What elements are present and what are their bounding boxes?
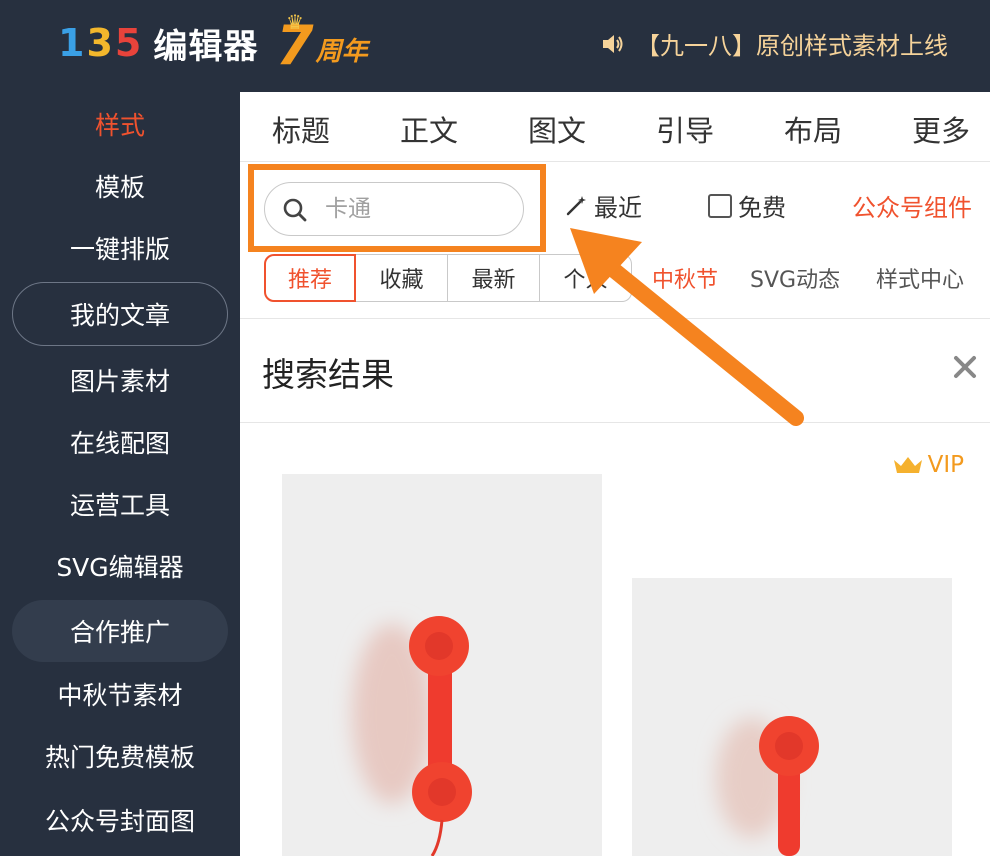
sidebar-item-online-images[interactable]: 在线配图 (12, 414, 228, 470)
crown-icon (893, 457, 922, 473)
tab-body[interactable]: 正文 (400, 108, 458, 150)
sidebar-item-cover-image[interactable]: 公众号封面图 (12, 792, 228, 848)
filter-link-mid-autumn[interactable]: 中秋节 (652, 262, 718, 294)
free-filter[interactable]: 免费 (708, 188, 786, 223)
logo-mark: 135 (58, 21, 142, 65)
main-panel: 标题 正文 图文 引导 布局 更多 最近 免费 公众号组件 推荐 (240, 92, 990, 856)
logo[interactable]: 135 编辑器 (58, 18, 258, 68)
filter-recommend[interactable]: 推荐 (264, 254, 356, 302)
phone-handset-image (632, 578, 952, 856)
tab-guide[interactable]: 引导 (656, 108, 714, 150)
magic-wand-icon (566, 195, 586, 215)
notice-text: 【九一八】原创样式素材上线 (636, 32, 948, 60)
results-title: 搜索结果 (262, 355, 394, 394)
gzh-components-link[interactable]: 公众号组件 (852, 188, 972, 223)
sidebar-item-image-assets[interactable]: 图片素材 (12, 352, 228, 408)
filter-bar: 推荐 收藏 最新 个人 中秋节 SVG动态 样式中心 (240, 248, 990, 318)
sidebar-item-my-articles[interactable]: 我的文章 (12, 282, 228, 346)
filter-favorites[interactable]: 收藏 (356, 254, 448, 302)
category-tabs: 标题 正文 图文 引导 布局 更多 (240, 92, 990, 162)
sidebar-item-partnership[interactable]: 合作推广 (12, 600, 228, 662)
tab-layout[interactable]: 布局 (784, 108, 842, 150)
sidebar-item-template[interactable]: 模板 (12, 158, 228, 214)
sidebar-item-style[interactable]: 样式 (12, 96, 228, 152)
speaker-icon (603, 34, 623, 53)
search-toolbar: 最近 免费 公众号组件 (240, 162, 990, 252)
tab-title[interactable]: 标题 (272, 108, 330, 150)
recent-button[interactable]: 最近 (564, 188, 642, 223)
filter-link-svg[interactable]: SVG动态 (750, 262, 840, 294)
sidebar-item-free-templates[interactable]: 热门免费模板 (12, 728, 228, 784)
filter-personal[interactable]: 个人 (540, 254, 632, 302)
divider (240, 422, 990, 423)
close-icon[interactable] (952, 354, 978, 380)
filter-latest[interactable]: 最新 (448, 254, 540, 302)
search-input[interactable] (325, 191, 505, 227)
logo-text: 编辑器 (153, 26, 259, 67)
top-header: 135 编辑器 ♛ 7 周年 【九一八】原创样式素材上线 (0, 0, 990, 92)
sidebar-item-ops-tools[interactable]: 运营工具 (12, 476, 228, 532)
vip-badge: VIP (892, 452, 964, 478)
sidebar-item-svg-editor[interactable]: SVG编辑器 (12, 538, 228, 594)
notice-link[interactable]: 【九一八】原创样式素材上线 (600, 26, 948, 61)
filter-link-style-center[interactable]: 样式中心 (876, 262, 964, 294)
crown-icon: ♛ (286, 10, 304, 34)
free-label: 免费 (738, 194, 786, 222)
sidebar-item-one-click-layout[interactable]: 一键排版 (12, 220, 228, 276)
free-checkbox[interactable] (708, 193, 732, 218)
sidebar: 样式 模板 一键排版 我的文章 图片素材 在线配图 运营工具 SVG编辑器 合作… (0, 92, 240, 856)
search-box[interactable] (264, 182, 524, 236)
recent-label: 最近 (594, 194, 642, 222)
sidebar-item-mid-autumn[interactable]: 中秋节素材 (12, 666, 228, 722)
anniversary-text: 周年 (315, 37, 368, 67)
divider (240, 318, 990, 319)
vip-label: VIP (927, 452, 964, 478)
tab-more[interactable]: 更多 (912, 108, 970, 150)
anniversary-badge: ♛ 7 周年 (276, 10, 368, 74)
result-card[interactable] (282, 474, 602, 856)
search-icon (283, 198, 307, 222)
phone-handset-image (282, 474, 602, 856)
tab-image-text[interactable]: 图文 (528, 108, 586, 150)
result-card[interactable] (632, 578, 952, 856)
